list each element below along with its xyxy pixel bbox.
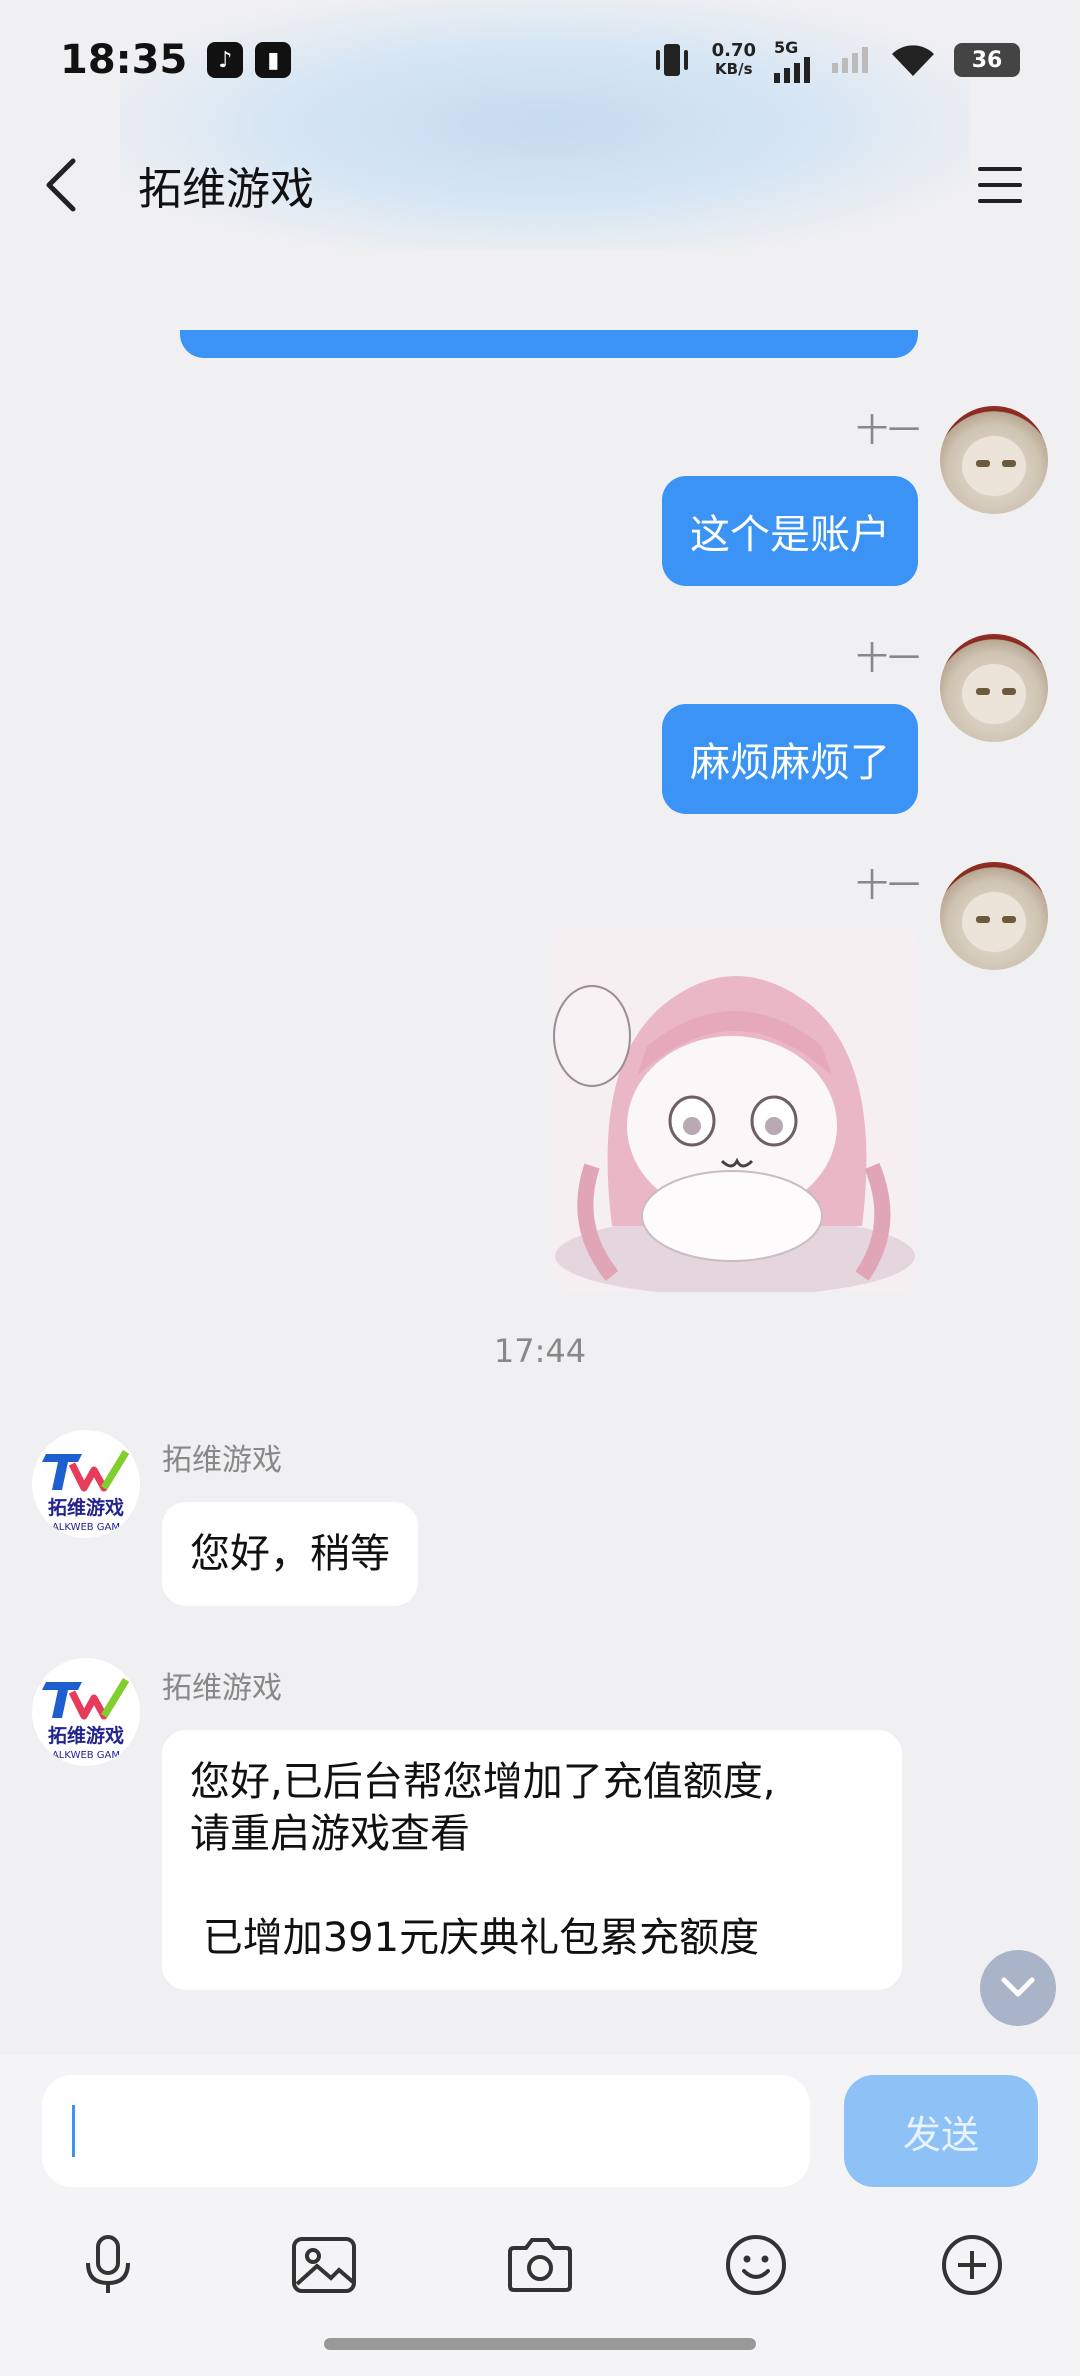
chat-title: 拓维游戏: [138, 164, 314, 215]
network-speed: 0.70 KB/s: [711, 40, 756, 79]
network-type: 5G: [774, 37, 799, 57]
signal-secondary-icon: [832, 47, 868, 73]
avatar[interactable]: 拓维游戏 ALKWEB GAM: [32, 1658, 140, 1766]
anime-girl-sticker: [552, 926, 918, 1292]
app-notification-icon: ▮: [255, 42, 292, 78]
battery-indicator: 36: [954, 43, 1020, 77]
message-text: 麻烦麻烦了: [690, 740, 890, 786]
status-time: 18:35: [60, 37, 188, 83]
svg-text:拓维游戏: 拓维游戏: [48, 1496, 124, 1519]
message-bubble-incoming[interactable]: 您好，稍等: [162, 1502, 418, 1606]
microphone-icon: [86, 2235, 130, 2293]
scroll-to-bottom-button[interactable]: [980, 1950, 1056, 2026]
send-button[interactable]: 发送: [844, 2075, 1038, 2187]
status-bar: 18:35 ♪ ▮ 0.70 KB/s 5G 36: [0, 0, 1080, 120]
tuowei-logo: 拓维游戏 ALKWEB GAM: [42, 1678, 129, 1761]
camera-button[interactable]: [490, 2215, 590, 2315]
message-text: 这个是账户: [690, 512, 890, 558]
sender-name: 十一: [855, 411, 920, 449]
time-divider: 17:44: [493, 1332, 587, 1370]
chevron-down-icon: [1001, 1977, 1035, 1997]
avatar[interactable]: [940, 634, 1048, 742]
message-bubble-outgoing[interactable]: 麻烦麻烦了: [662, 704, 918, 814]
message-list[interactable]: 十一 这个是账户 十一 麻烦麻烦了 十一 17:44 拓维游戏 ALKWEB G…: [0, 250, 1080, 2055]
message-bubble-incoming[interactable]: 您好,已后台帮您增加了充值额度, 请重启游戏查看 已增加391元庆典礼包累充额度: [162, 1730, 902, 1990]
gallery-button[interactable]: [274, 2215, 374, 2315]
home-indicator[interactable]: [324, 2338, 756, 2350]
emoji-button[interactable]: [706, 2215, 806, 2315]
avatar[interactable]: 拓维游戏 ALKWEB GAM: [32, 1430, 140, 1538]
avatar[interactable]: [940, 862, 1048, 970]
image-icon: [292, 2237, 356, 2293]
sender-name: 十一: [855, 639, 920, 677]
menu-button[interactable]: [960, 145, 1040, 225]
svg-text:ALKWEB GAM: ALKWEB GAM: [52, 1750, 120, 1761]
more-button[interactable]: [922, 2215, 1022, 2315]
hamburger-icon: [978, 167, 1022, 203]
camera-icon: [508, 2238, 572, 2292]
previous-message-bubble[interactable]: [180, 330, 918, 358]
voice-button[interactable]: [58, 2215, 158, 2315]
message-text: 您好,已后台帮您增加了充值额度, 请重启游戏查看 已增加391元庆典礼包累充额度: [190, 1759, 776, 1961]
emoji-icon: [726, 2235, 786, 2295]
sticker-image[interactable]: [552, 926, 918, 1292]
sender-name: 拓维游戏: [162, 1443, 282, 1478]
vibrate-icon: [655, 44, 688, 76]
input-toolbar: [0, 2215, 1080, 2315]
tuowei-logo: 拓维游戏 ALKWEB GAM: [42, 1450, 129, 1533]
wifi-icon: [892, 45, 934, 76]
signal-icon: [774, 56, 810, 83]
message-bubble-outgoing[interactable]: 这个是账户: [662, 476, 918, 586]
chat-header: 拓维游戏: [0, 120, 1080, 250]
tiktok-icon: ♪: [207, 42, 244, 78]
input-panel: 发送: [0, 2055, 1080, 2376]
svg-text:拓维游戏: 拓维游戏: [48, 1724, 124, 1747]
plus-icon: [942, 2235, 1002, 2295]
sender-name: 拓维游戏: [162, 1671, 282, 1706]
message-text: 您好，稍等: [190, 1531, 390, 1577]
message-input[interactable]: [42, 2075, 810, 2187]
text-cursor: [72, 2105, 75, 2157]
svg-text:ALKWEB GAM: ALKWEB GAM: [52, 1522, 120, 1533]
sender-name: 十一: [855, 866, 920, 904]
back-button[interactable]: [6, 130, 116, 240]
avatar[interactable]: [940, 406, 1048, 514]
chevron-left-icon: [46, 158, 76, 212]
